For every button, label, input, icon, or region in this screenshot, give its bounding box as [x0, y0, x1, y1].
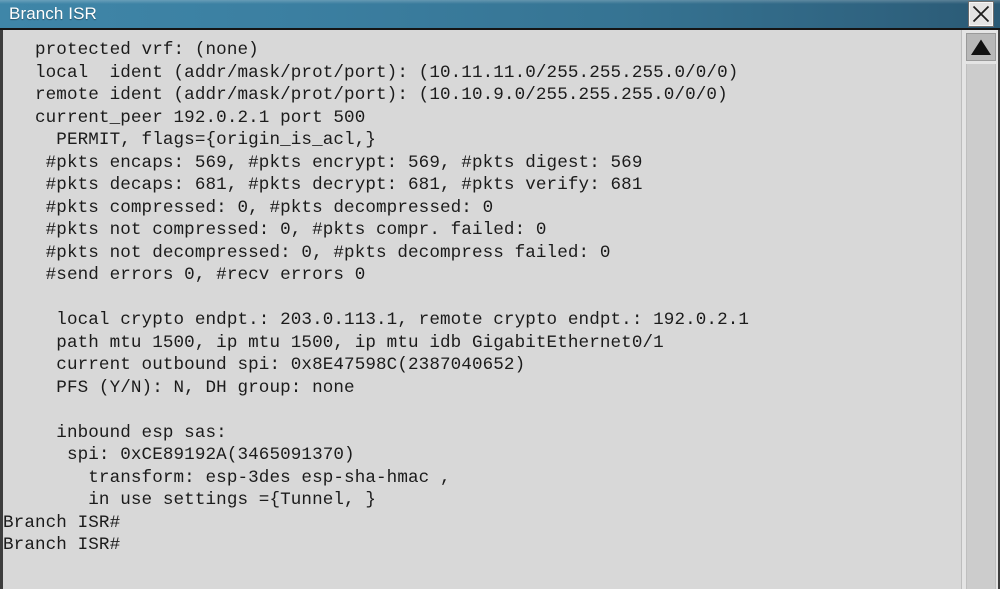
window-title: Branch ISR: [9, 4, 97, 23]
close-icon: [971, 4, 991, 24]
window-titlebar: Branch ISR: [0, 0, 1000, 30]
vertical-scrollbar[interactable]: [961, 30, 998, 589]
window-body: protected vrf: (none) local ident (addr/…: [0, 30, 1000, 589]
triangle-up-icon: [970, 38, 992, 56]
close-button[interactable]: [968, 1, 994, 27]
terminal-window: Branch ISR protected vrf: (none) local i…: [0, 0, 1000, 589]
scrollbar-up-button[interactable]: [966, 33, 996, 61]
scrollbar-track[interactable]: [966, 64, 996, 589]
terminal-output-area[interactable]: protected vrf: (none) local ident (addr/…: [3, 30, 961, 589]
terminal-output-text: protected vrf: (none) local ident (addr/…: [3, 40, 750, 555]
